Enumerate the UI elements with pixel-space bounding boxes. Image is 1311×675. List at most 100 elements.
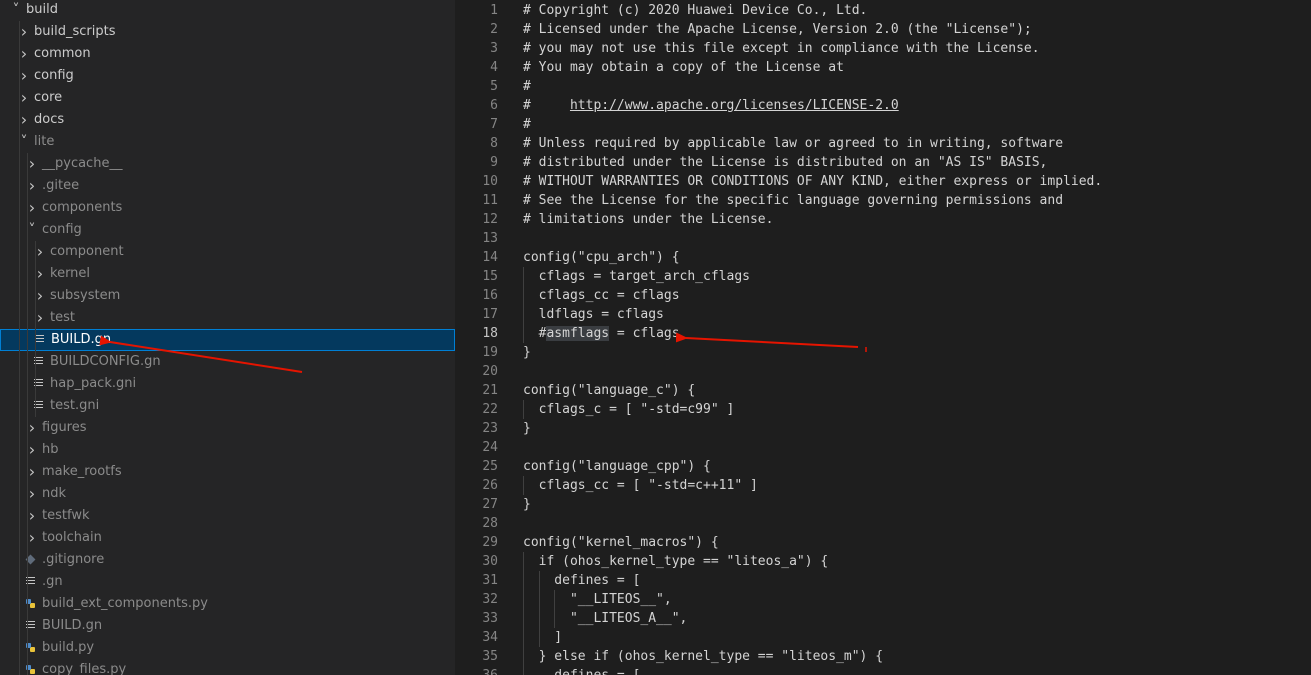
tree-folder-kernel[interactable]: › kernel: [0, 263, 455, 285]
tree-indent-guide: [27, 153, 28, 675]
code-line[interactable]: 6 # http://www.apache.org/licenses/LICENS…: [455, 96, 1311, 115]
tree-folder-figures[interactable]: › figures: [0, 417, 455, 439]
code-segment: if (ohos_kernel_type == "liteos_a") {: [523, 554, 829, 569]
code-segment: # Licensed under the Apache License, Ver…: [523, 22, 1032, 37]
code-line[interactable]: 33 "__LITEOS_A__",: [455, 609, 1311, 628]
code-text: # limitations under the License.: [523, 210, 773, 229]
tree-folder-docs[interactable]: › docs: [0, 109, 455, 131]
code-line[interactable]: 16 cflags_cc = cflags: [455, 286, 1311, 305]
code-text: if (ohos_kernel_type == "liteos_a") {: [523, 552, 829, 571]
code-segment: }: [523, 345, 531, 360]
code-line[interactable]: 14 config("cpu_arch") {: [455, 248, 1311, 267]
tree-file-gn[interactable]: .gn: [0, 571, 455, 593]
code-editor[interactable]: 1 # Copyright (c) 2020 Huawei Device Co.,…: [455, 0, 1311, 675]
tree-folder-hb[interactable]: › hb: [0, 439, 455, 461]
tree-folder-build[interactable]: ˅ build: [0, 0, 455, 21]
tree-file-build-gn[interactable]: BUILD.gn: [0, 329, 455, 351]
code-line[interactable]: 34 ]: [455, 628, 1311, 647]
tree-item-label: config: [42, 222, 82, 237]
code-line[interactable]: 24: [455, 438, 1311, 457]
code-line[interactable]: 4 # You may obtain a copy of the License …: [455, 58, 1311, 77]
tree-file-build-gn[interactable]: BUILD.gn: [0, 615, 455, 637]
tree-folder-core[interactable]: › core: [0, 87, 455, 109]
code-line[interactable]: 35 } else if (ohos_kernel_type == "liteo…: [455, 647, 1311, 666]
tree-file-copy-files-py[interactable]: copy_files.py: [0, 659, 455, 675]
tree-item-label: BUILD.gn: [51, 332, 112, 347]
tree-folder-config[interactable]: ˅ config: [0, 219, 455, 241]
tree-folder-toolchain[interactable]: › toolchain: [0, 527, 455, 549]
tree-item-label: hb: [42, 442, 59, 457]
line-number: 3: [490, 41, 498, 56]
line-number: 8: [490, 136, 498, 151]
code-segment: = cflags: [609, 326, 680, 341]
tree-folder-testfwk[interactable]: › testfwk: [0, 505, 455, 527]
code-line[interactable]: 25 config("language_cpp") {: [455, 457, 1311, 476]
code-line[interactable]: 2 # Licensed under the Apache License, Ve…: [455, 20, 1311, 39]
code-segment: # limitations under the License.: [523, 212, 774, 227]
tree-file-build-py[interactable]: build.py: [0, 637, 455, 659]
line-number: 11: [482, 193, 498, 208]
code-line[interactable]: 30 if (ohos_kernel_type == "liteos_a") {: [455, 552, 1311, 571]
tree-file-test-gni[interactable]: test.gni: [0, 395, 455, 417]
code-text: ldflags = cflags: [523, 305, 664, 324]
code-segment: # Copyright (c) 2020 Huawei Device Co., …: [523, 3, 868, 18]
tree-item-label: core: [34, 90, 63, 105]
code-line[interactable]: 32 "__LITEOS__",: [455, 590, 1311, 609]
code-line[interactable]: 18 #asmflags = cflags: [455, 324, 1311, 343]
file-explorer: ˅ build › build_scripts › common › config › core ›…: [0, 0, 455, 675]
tree-folder-build-scripts[interactable]: › build_scripts: [0, 21, 455, 43]
code-text: cflags = target_arch_cflags: [523, 267, 750, 286]
tree-folder-subsystem[interactable]: › subsystem: [0, 285, 455, 307]
line-number: 7: [490, 117, 498, 132]
tree-folder-component[interactable]: › component: [0, 241, 455, 263]
tree-folder-config[interactable]: › config: [0, 65, 455, 87]
code-segment: cflags_cc = cflags: [523, 288, 680, 303]
tree-item-label: kernel: [50, 266, 91, 281]
license-link[interactable]: http://www.apache.org/licenses/LICENSE-2…: [570, 98, 899, 113]
code-line[interactable]: 1 # Copyright (c) 2020 Huawei Device Co.,…: [455, 1, 1311, 20]
code-segment: ldflags = cflags: [523, 307, 664, 322]
code-text: defines = [: [523, 571, 640, 590]
code-line[interactable]: 8 # Unless required by applicable law or …: [455, 134, 1311, 153]
code-line[interactable]: 13: [455, 229, 1311, 248]
code-line[interactable]: 26 cflags_cc = [ "-std=c++11" ]: [455, 476, 1311, 495]
line-number: 32: [482, 592, 498, 607]
code-line[interactable]: 28: [455, 514, 1311, 533]
tree-file-gitignore[interactable]: .gitignore: [0, 549, 455, 571]
code-line[interactable]: 27}: [455, 495, 1311, 514]
code-segment: defines = [: [523, 573, 641, 588]
tree-folder-common[interactable]: › common: [0, 43, 455, 65]
code-line[interactable]: 7 #: [455, 115, 1311, 134]
tree-item-label: build.py: [42, 640, 95, 655]
code-line[interactable]: 36 defines = [: [455, 666, 1311, 675]
code-line[interactable]: 15 cflags = target_arch_cflags: [455, 267, 1311, 286]
code-line[interactable]: 29 config("kernel_macros") {: [455, 533, 1311, 552]
tree-folder-gitee[interactable]: › .gitee: [0, 175, 455, 197]
code-line[interactable]: 12 # limitations under the License.: [455, 210, 1311, 229]
tree-file-buildconfig-gn[interactable]: BUILDCONFIG.gn: [0, 351, 455, 373]
code-text: # You may obtain a copy of the License a…: [523, 58, 844, 77]
code-line[interactable]: 22 cflags_c = [ "-std=c99" ]: [455, 400, 1311, 419]
code-line[interactable]: 21 config("language_c") {: [455, 381, 1311, 400]
code-line[interactable]: 9 # distributed under the License is dist…: [455, 153, 1311, 172]
tree-folder-ndk[interactable]: › ndk: [0, 483, 455, 505]
tree-folder-components[interactable]: › components: [0, 197, 455, 219]
code-line[interactable]: 17 ldflags = cflags: [455, 305, 1311, 324]
code-line[interactable]: 5 #: [455, 77, 1311, 96]
code-line[interactable]: 20: [455, 362, 1311, 381]
code-line[interactable]: 31 defines = [: [455, 571, 1311, 590]
chevron-down-icon[interactable]: ˅: [8, 0, 24, 21]
code-line[interactable]: 10 # WITHOUT WARRANTIES OR CONDITIONS OF …: [455, 172, 1311, 191]
tree-folder-pycache[interactable]: › __pycache__: [0, 153, 455, 175]
tree-file-hap-pack-gni[interactable]: hap_pack.gni: [0, 373, 455, 395]
code-line[interactable]: 11 # See the License for the specific lan…: [455, 191, 1311, 210]
tree-folder-test[interactable]: › test: [0, 307, 455, 329]
tree-folder-make-rootfs[interactable]: › make_rootfs: [0, 461, 455, 483]
code-line[interactable]: 19}: [455, 343, 1311, 362]
code-line[interactable]: 3 # you may not use this file except in c…: [455, 39, 1311, 58]
tree-file-build-ext-components-py[interactable]: build_ext_components.py: [0, 593, 455, 615]
line-number: 31: [482, 573, 498, 588]
tree-folder-lite[interactable]: ˅ lite: [0, 131, 455, 153]
code-text: #: [523, 77, 531, 96]
code-line[interactable]: 23}: [455, 419, 1311, 438]
